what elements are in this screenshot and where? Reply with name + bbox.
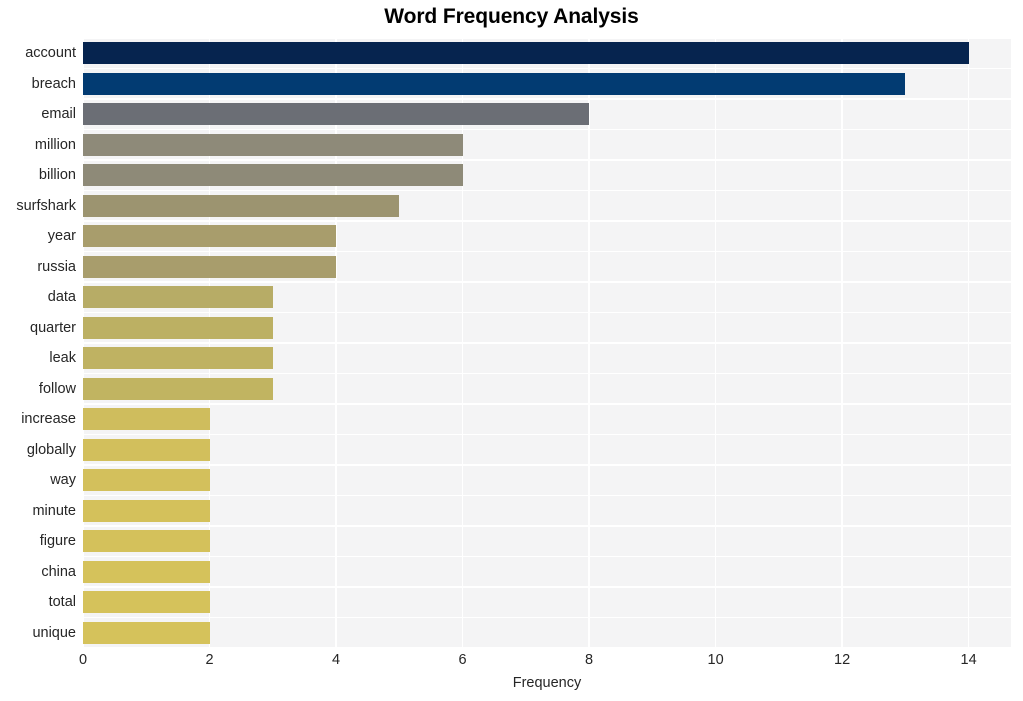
x-axis-tick-label: 4 — [331, 652, 341, 668]
y-axis-tick-label: leak — [49, 350, 76, 367]
horizontal-gridline — [83, 616, 1011, 619]
x-axis-tick-label: 8 — [585, 652, 594, 668]
y-axis-tick-label: data — [47, 289, 76, 306]
horizontal-gridline — [83, 647, 1011, 648]
y-axis-tick-label: surfshark — [16, 197, 76, 214]
bar — [83, 286, 273, 309]
y-axis-tick-label: follow — [38, 380, 76, 397]
horizontal-gridline — [83, 586, 1011, 588]
horizontal-gridline — [83, 38, 1011, 39]
chart-figure: Word Frequency Analysis account breach ema… — [0, 0, 1023, 701]
y-axis-tick-label: quarter — [30, 319, 76, 336]
bar — [83, 133, 463, 156]
horizontal-gridline — [83, 98, 1011, 100]
bar — [83, 225, 337, 248]
y-axis-tick-label: breach — [31, 75, 76, 92]
bar — [83, 103, 590, 126]
bar — [83, 530, 210, 553]
bar — [83, 194, 400, 217]
horizontal-gridline — [83, 555, 1011, 558]
x-axis-tick-label: 12 — [834, 652, 851, 668]
horizontal-gridline — [83, 281, 1011, 283]
bar — [83, 42, 969, 65]
horizontal-gridline — [83, 189, 1011, 192]
horizontal-gridline — [83, 403, 1011, 405]
bar — [83, 499, 210, 522]
horizontal-gridline — [83, 128, 1011, 131]
y-axis-tick-label: increase — [21, 411, 76, 428]
bar — [83, 347, 273, 370]
x-axis-tick-label: 0 — [78, 652, 88, 668]
horizontal-gridline — [83, 525, 1011, 527]
y-axis-tick-label: figure — [39, 533, 76, 550]
horizontal-gridline — [83, 220, 1011, 222]
y-axis-tick-label: unique — [32, 624, 76, 641]
horizontal-gridline — [83, 67, 1011, 70]
x-axis-tick-label: 14 — [960, 652, 977, 668]
y-axis-tick-label: billion — [38, 167, 76, 184]
plot-area — [83, 38, 1011, 648]
horizontal-gridline — [83, 372, 1011, 375]
y-axis-tick-labels: account breach email million billion surfshar… — [0, 38, 76, 648]
bar — [83, 72, 906, 95]
y-axis-tick-label: email — [41, 106, 76, 123]
x-axis-tick-label: 2 — [205, 652, 214, 668]
bar — [83, 164, 463, 187]
bar — [83, 469, 210, 492]
bar — [83, 316, 273, 339]
y-axis-tick-label: way — [50, 472, 76, 489]
bar — [83, 560, 210, 583]
bar — [83, 621, 210, 644]
x-axis-tick-label: 6 — [458, 652, 467, 668]
horizontal-gridline — [83, 342, 1011, 344]
horizontal-gridline — [83, 464, 1011, 466]
y-axis-tick-label: year — [47, 228, 76, 245]
horizontal-gridline — [83, 311, 1011, 314]
chart-title: Word Frequency Analysis — [384, 5, 639, 28]
bar — [83, 438, 210, 461]
y-axis-tick-label: china — [41, 563, 76, 580]
bar — [83, 408, 210, 431]
x-axis-title: Frequency — [512, 675, 582, 691]
horizontal-gridline — [83, 494, 1011, 497]
x-axis-tick-labels: 0 2 4 6 8 10 12 14 — [0, 652, 1023, 672]
y-axis-tick-label: globally — [26, 441, 76, 458]
y-axis-tick-label: russia — [37, 258, 76, 275]
y-axis-tick-label: minute — [32, 502, 76, 519]
y-axis-tick-label: total — [48, 594, 76, 611]
y-axis-tick-label: million — [34, 136, 76, 153]
horizontal-gridline — [83, 159, 1011, 161]
x-axis-tick-label: 10 — [707, 652, 724, 668]
bar — [83, 255, 337, 278]
bar — [83, 377, 273, 400]
bar — [83, 591, 210, 614]
horizontal-gridline — [83, 433, 1011, 436]
horizontal-gridline — [83, 250, 1011, 253]
y-axis-tick-label: account — [25, 45, 76, 62]
